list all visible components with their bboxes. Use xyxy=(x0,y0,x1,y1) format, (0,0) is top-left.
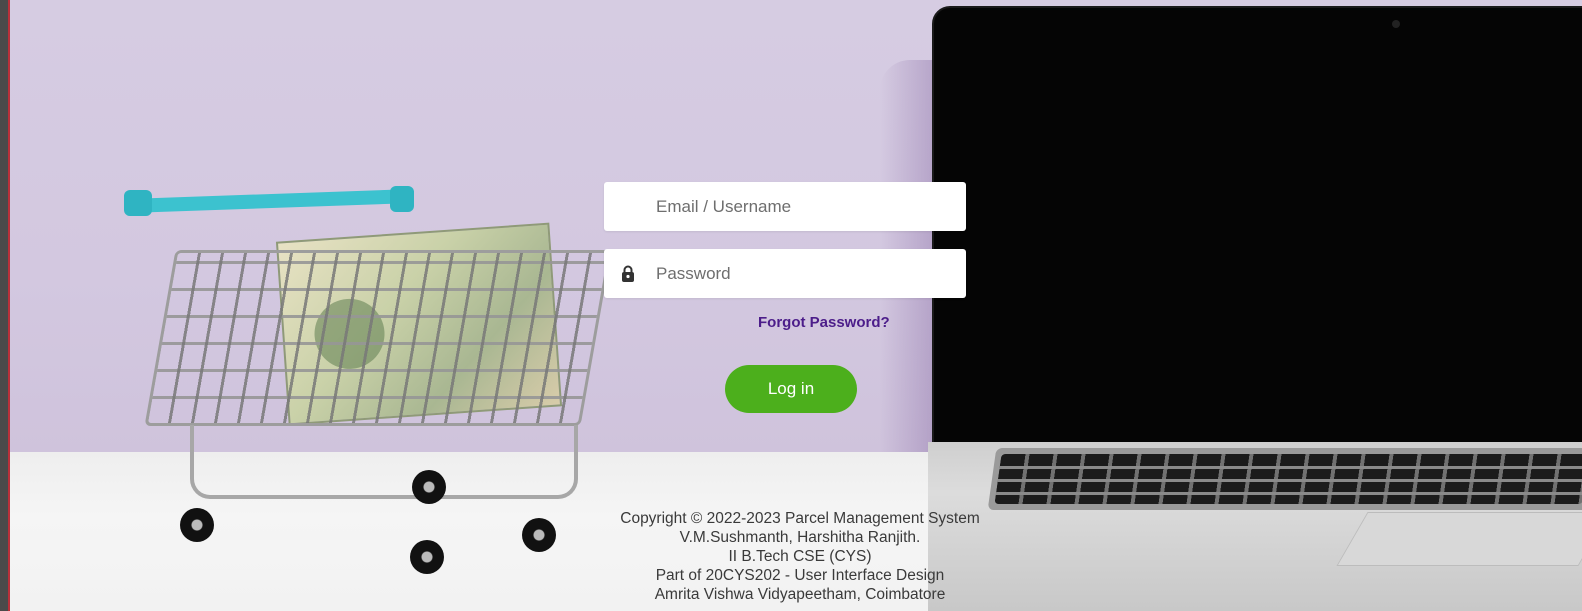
laptop-trackpad-illustration xyxy=(1336,512,1582,566)
laptop-camera xyxy=(1392,20,1400,28)
forgot-password-link[interactable]: Forgot Password? xyxy=(758,314,890,331)
cart-wheel xyxy=(410,540,444,574)
footer-course: Part of 20CYS202 - User Interface Design xyxy=(655,567,945,584)
footer-program: II B.Tech CSE (CYS) xyxy=(728,548,872,565)
cart-handle-grip-left xyxy=(124,190,152,216)
email-field-container xyxy=(604,182,966,231)
cart-wheel xyxy=(412,470,446,504)
cart-handle-grip-right xyxy=(390,186,414,212)
login-button[interactable]: Log in xyxy=(725,365,857,413)
email-input[interactable] xyxy=(656,182,956,231)
cart-wheel xyxy=(522,518,556,552)
footer-authors: V.M.Sushmanth, Harshitha Ranjith. xyxy=(679,529,921,546)
footer-copyright: Copyright © 2022-2023 Parcel Management … xyxy=(620,510,980,527)
footer: Copyright © 2022-2023 Parcel Management … xyxy=(600,509,1000,604)
shopping-cart-illustration xyxy=(110,180,612,580)
cart-wheel xyxy=(180,508,214,542)
password-input[interactable] xyxy=(656,249,956,298)
cart-frame xyxy=(190,425,578,499)
laptop-screen-illustration xyxy=(932,6,1582,446)
footer-institution: Amrita Vishwa Vidyapeetham, Coimbatore xyxy=(654,586,946,603)
laptop-keyboard-illustration xyxy=(987,448,1582,510)
lock-icon xyxy=(622,265,634,282)
cart-handle xyxy=(131,189,411,213)
cart-basket xyxy=(144,250,612,426)
login-form xyxy=(604,182,966,316)
window-left-edge xyxy=(0,0,10,611)
password-field-container xyxy=(604,249,966,298)
